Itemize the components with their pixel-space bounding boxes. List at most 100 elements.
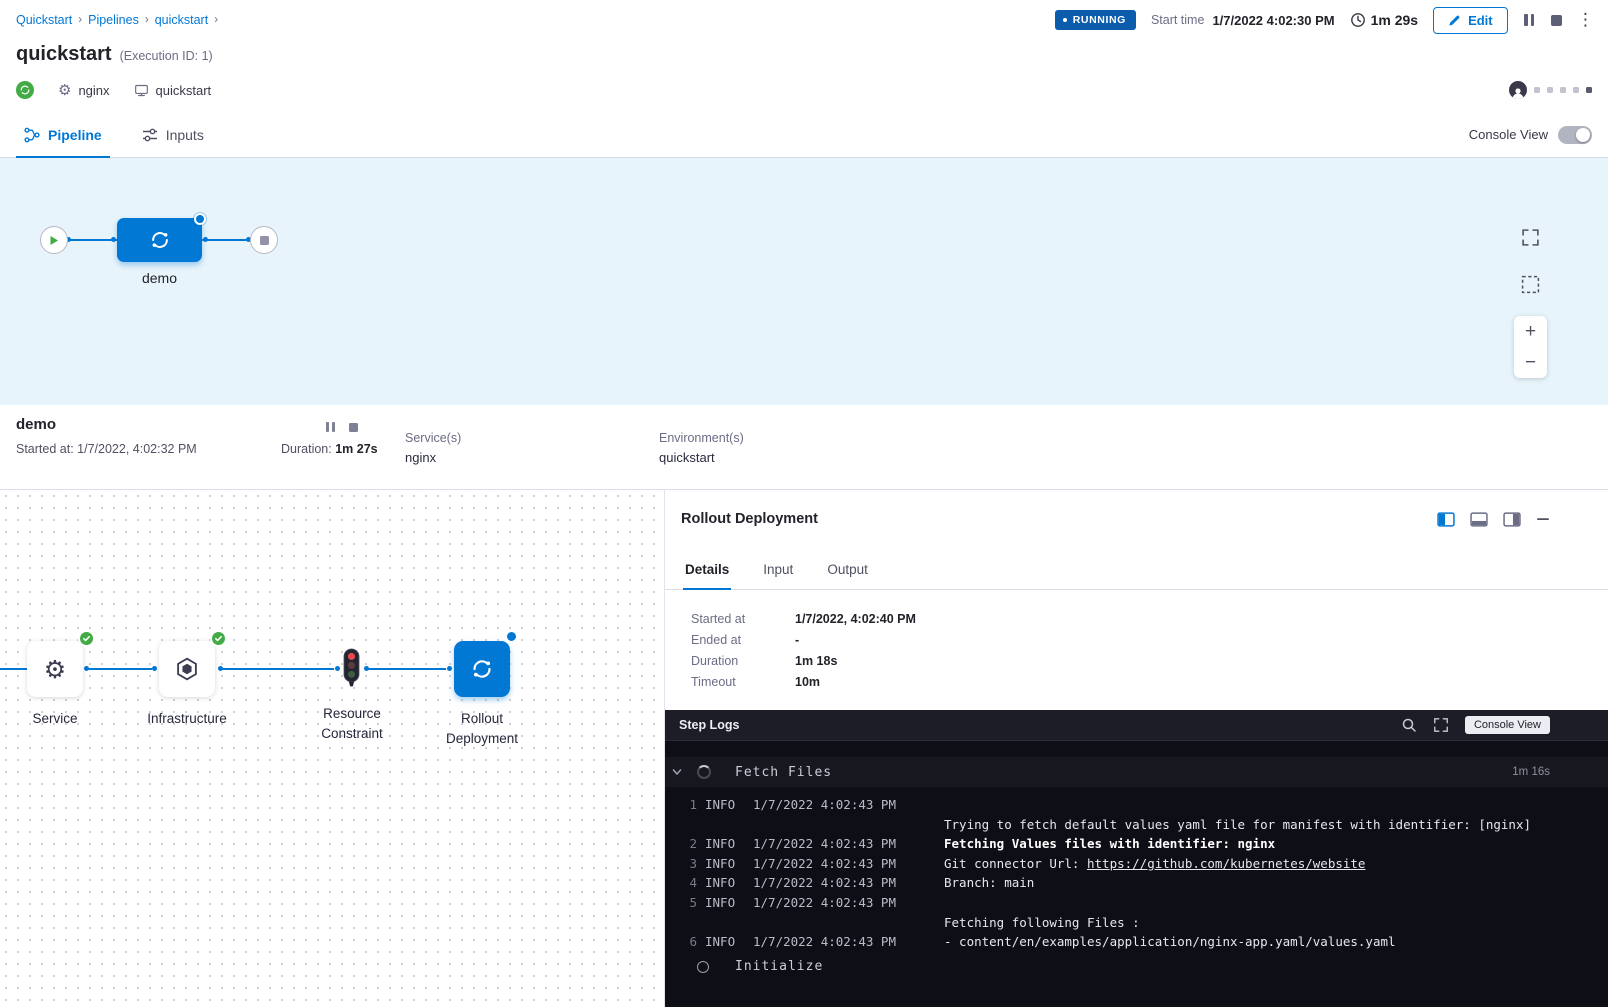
log-timestamp: 1/7/2022 4:02:43 PM [753, 854, 911, 874]
minimize-icon[interactable] [1536, 512, 1550, 526]
cd-stage-icon [149, 229, 171, 251]
log-timestamp [753, 913, 911, 933]
services-value[interactable]: nginx [405, 450, 461, 465]
layout-bottom-icon[interactable] [1470, 512, 1488, 527]
detail-row: Duration 1m 18s [691, 654, 1608, 668]
environment-name[interactable]: quickstart [156, 83, 212, 98]
zoom-in-button[interactable]: + [1514, 316, 1547, 347]
connector-dot [203, 237, 208, 242]
start-time-value: 1/7/2022 4:02:30 PM [1212, 13, 1334, 28]
log-section-title: Initialize [735, 959, 823, 974]
edge-line [368, 668, 446, 670]
fullscreen-button[interactable] [1521, 228, 1540, 252]
stage-title: demo [16, 416, 56, 433]
status-badge: RUNNING [1055, 10, 1136, 30]
step-logs-actions: Console View [1401, 716, 1550, 734]
log-line-number: 4 [675, 873, 697, 893]
search-icon[interactable] [1401, 717, 1417, 733]
marquee-select-button[interactable] [1521, 275, 1540, 299]
step-node-infrastructure[interactable] [159, 641, 215, 697]
end-icon [260, 236, 269, 245]
service-name[interactable]: nginx [78, 83, 109, 98]
tab-output[interactable]: Output [827, 562, 868, 589]
zoom-out-button[interactable]: − [1514, 347, 1547, 378]
step-node-resource-constraint[interactable] [341, 648, 362, 693]
log-line: 1 INFO 1/7/2022 4:02:43 PM [675, 795, 1608, 815]
stage-stop-button[interactable] [349, 423, 358, 432]
step-logs-header: Step Logs Console View [665, 710, 1608, 741]
console-view-button[interactable]: Console View [1465, 716, 1550, 734]
step-panel-layout-icons [1437, 512, 1550, 527]
log-line-number [675, 815, 697, 835]
detail-label: Duration [691, 654, 795, 668]
log-timestamp: 1/7/2022 4:02:43 PM [753, 932, 911, 952]
environments-value[interactable]: quickstart [659, 450, 744, 465]
log-line-number: 5 [675, 893, 697, 913]
log-line: Fetching following Files : [675, 913, 1608, 933]
pipeline-start-node[interactable] [40, 226, 68, 254]
breadcrumb: Quickstart › Pipelines › quickstart › [16, 13, 218, 27]
pause-execution-button[interactable] [1523, 14, 1536, 26]
stop-icon [1551, 15, 1562, 26]
log-lines: 1 INFO 1/7/2022 4:02:43 PM Trying to fet… [665, 787, 1608, 952]
services-label: Service(s) [405, 431, 461, 445]
gear-icon: ⚙ [44, 657, 66, 682]
step-details-list: Started at 1/7/2022, 4:02:40 PM Ended at… [665, 590, 1608, 710]
more-options-icon[interactable]: ⋮ [1577, 12, 1594, 29]
stage-running-indicator [194, 213, 206, 225]
environments-column: Environment(s) quickstart [659, 431, 744, 465]
title-row: quickstart (Execution ID: 1) [16, 43, 213, 66]
environment-icon [134, 83, 149, 98]
success-check-icon [78, 630, 95, 647]
execution-graph-canvas[interactable]: ⚙ Service Infrastructure Resource Constr… [0, 490, 665, 1007]
layout-right-icon[interactable] [1503, 512, 1521, 527]
step-panel-tabs: Details Input Output [665, 548, 1608, 590]
breadcrumb-link-quickstart[interactable]: Quickstart [16, 13, 72, 27]
log-level: INFO [705, 834, 745, 854]
abort-execution-button[interactable] [1551, 15, 1562, 26]
detail-label: Ended at [691, 633, 795, 647]
tab-pipeline[interactable]: Pipeline [16, 112, 110, 157]
tab-input[interactable]: Input [763, 562, 793, 589]
status-dot-icon [1063, 18, 1067, 22]
traffic-light-icon [341, 648, 362, 688]
console-view-toggle[interactable] [1558, 126, 1592, 144]
log-message: Trying to fetch default values yaml file… [944, 815, 1531, 835]
log-level [705, 815, 745, 835]
breadcrumb-link-pipelines[interactable]: Pipelines [88, 13, 139, 27]
log-section-fetch-files[interactable]: Fetch Files 1m 16s [665, 757, 1608, 787]
tab-details[interactable]: Details [685, 562, 729, 589]
step-node-rollout-deployment[interactable] [454, 641, 510, 697]
stage-node-label: demo [117, 270, 202, 286]
start-time-label: Start time [1151, 13, 1205, 27]
layout-left-icon[interactable] [1437, 512, 1455, 527]
log-line-number: 1 [675, 795, 697, 815]
log-link[interactable]: https://github.com/kubernetes/website [1087, 856, 1365, 871]
cd-module-icon [16, 81, 34, 99]
tab-inputs[interactable]: Inputs [134, 112, 212, 157]
log-line: 3 INFO 1/7/2022 4:02:43 PM Git connector… [675, 854, 1608, 874]
elapsed-value: 1m 29s [1371, 12, 1418, 28]
stage-pause-button[interactable] [325, 422, 336, 432]
progress-dot [1573, 87, 1579, 93]
running-indicator [505, 630, 518, 643]
log-section-initialize[interactable]: Initialize [665, 952, 1608, 982]
breadcrumb-link-pipeline-name[interactable]: quickstart [155, 13, 209, 27]
user-avatar[interactable] [1509, 81, 1527, 99]
step-node-service[interactable]: ⚙ [27, 641, 83, 697]
edge-line [202, 239, 250, 241]
marquee-icon [1521, 275, 1540, 294]
log-line: 4 INFO 1/7/2022 4:02:43 PM Branch: main [675, 873, 1608, 893]
breadcrumb-separator: › [214, 14, 218, 26]
stage-node-demo[interactable] [117, 218, 202, 262]
pipeline-execution-page: Quickstart › Pipelines › quickstart › RU… [0, 0, 1608, 1007]
step-node-label: Service [7, 709, 103, 729]
breadcrumb-separator: › [145, 14, 149, 26]
pipeline-end-node[interactable] [250, 226, 278, 254]
stage-info-bar: demo Started at: 1/7/2022, 4:02:32 PM Du… [0, 405, 1608, 490]
environment-meta: quickstart [134, 83, 212, 98]
expand-icon[interactable] [1433, 717, 1449, 733]
pipeline-graph-canvas[interactable]: demo + − [0, 158, 1608, 405]
log-level: INFO [705, 893, 745, 913]
edit-button[interactable]: Edit [1433, 7, 1508, 34]
